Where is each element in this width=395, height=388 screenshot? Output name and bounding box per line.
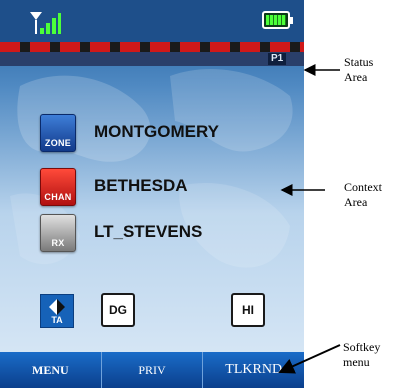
context-area-annotation: Context Area: [344, 180, 382, 210]
status-line: [0, 52, 304, 66]
profile-tag: P1: [268, 53, 287, 65]
softkey-tlkrnd[interactable]: TLKRND: [203, 352, 304, 388]
ta-label: TA: [51, 315, 63, 325]
status-area-annotation-line2: Area: [344, 70, 368, 84]
status-area-annotation: Status Area: [344, 55, 373, 85]
rx-badge: RX: [40, 214, 76, 252]
context-area-annotation-line2: Area: [344, 195, 368, 209]
rx-badge-label: RX: [51, 238, 65, 248]
softkey-menu-annotation-line1: Softkey: [343, 340, 381, 354]
zone-badge-label: ZONE: [44, 138, 72, 148]
softkey-bar: MENU PRIV TLKRND: [0, 352, 304, 388]
channel-name: BETHESDA: [94, 176, 188, 195]
rx-name: LT_STEVENS: [94, 222, 203, 241]
ta-indicator[interactable]: TA: [40, 294, 74, 328]
channel-badge-label: CHAN: [44, 192, 72, 202]
softkey-priv[interactable]: PRIV: [101, 352, 204, 388]
zone-name: MONTGOMERY: [94, 122, 219, 141]
zone-badge: ZONE: [40, 114, 76, 152]
dg-indicator[interactable]: DG: [101, 293, 135, 327]
status-area-annotation-line1: Status: [344, 55, 374, 69]
battery-icon: [262, 11, 293, 29]
radio-display: P1 ZONE MONTGOMERY CHAN BETHESDA RX LT_S…: [0, 0, 304, 388]
status-alert-strip: [0, 42, 304, 52]
battery-level-fill: [266, 15, 286, 25]
ta-icon: [49, 299, 65, 315]
hi-indicator[interactable]: HI: [231, 293, 265, 327]
signal-strength-icon: [30, 12, 61, 34]
context-area-annotation-line1: Context: [344, 180, 382, 194]
softkey-menu[interactable]: MENU: [0, 352, 102, 388]
channel-badge: CHAN: [40, 168, 76, 206]
softkey-menu-annotation-line2: menu: [343, 355, 370, 369]
softkey-menu-annotation: Softkey menu: [343, 340, 380, 370]
